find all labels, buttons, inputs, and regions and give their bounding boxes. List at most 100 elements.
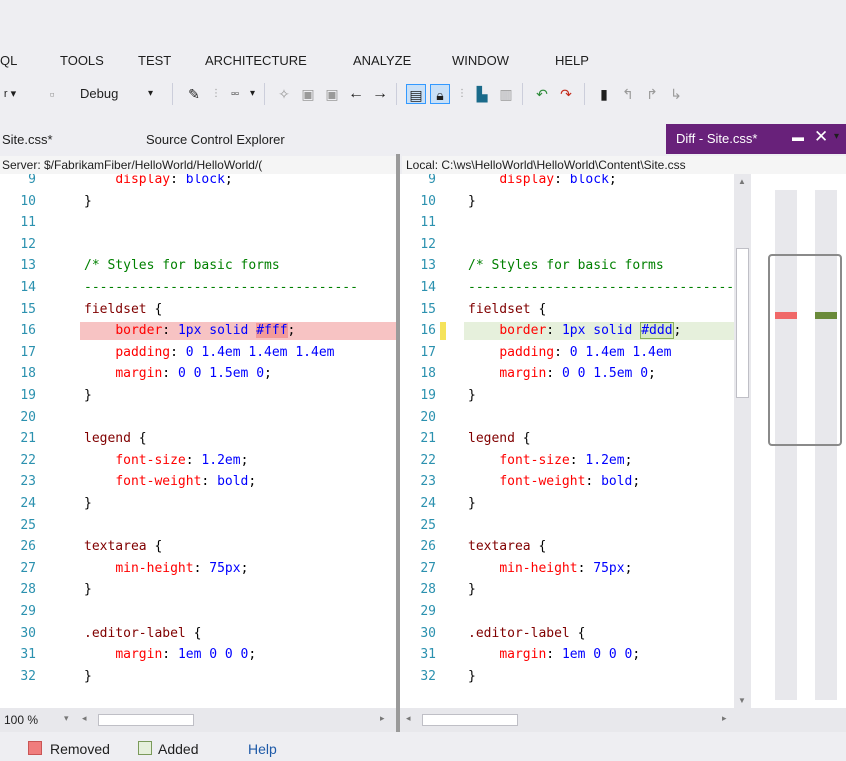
align-icon[interactable]: ▥ <box>496 84 516 104</box>
lock-icon[interactable]: 🔒︎ <box>430 84 450 104</box>
vertical-scrollbar[interactable]: ▲ ▼ <box>734 174 751 708</box>
code-line[interactable]: 31 margin: 1em 0 0 0; <box>0 645 396 665</box>
code-line[interactable]: 14 ----------------------------------- <box>400 278 734 298</box>
code-line[interactable]: 18 margin: 0 0 1.5em 0; <box>400 364 734 384</box>
code-line[interactable]: 20 <box>400 408 734 428</box>
bookmark-folder-icon[interactable]: ↳ <box>666 84 686 104</box>
code-line[interactable]: 31 margin: 1em 0 0 0; <box>400 645 734 665</box>
diff-view-icon[interactable]: ▤ <box>406 84 426 104</box>
forward-arrow-icon[interactable]: → <box>370 84 390 104</box>
code-line[interactable]: 16 border: 1px solid #fff; <box>0 321 396 341</box>
pin-icon[interactable]: ▬ <box>792 130 804 144</box>
menu-item-architecture[interactable]: ARCHITECTURE <box>205 53 307 68</box>
horizontal-thumb[interactable] <box>98 714 194 726</box>
dropdown-arrow-icon[interactable]: r ▾ <box>0 84 20 104</box>
prev-bookmark-icon[interactable]: ↰ <box>618 84 638 104</box>
menu-item-sql[interactable]: QL <box>0 53 17 68</box>
scroll-left-icon[interactable]: ◂ <box>406 713 411 724</box>
help-link[interactable]: Help <box>248 741 277 757</box>
options-icon[interactable]: ▫▫ <box>225 84 245 104</box>
zoom-dropdown-icon[interactable]: ▾ <box>64 713 69 724</box>
code-line[interactable]: 24} <box>0 494 396 514</box>
code-line[interactable]: 9 display: block; <box>400 174 734 190</box>
code-line[interactable]: 23 font-weight: bold; <box>0 472 396 492</box>
code-line[interactable]: 26 textarea { <box>400 537 734 557</box>
code-line[interactable]: 12 <box>400 235 734 255</box>
code-line[interactable]: 20 <box>0 408 396 428</box>
code-line[interactable]: 11 <box>0 213 396 233</box>
code-line[interactable]: 19} <box>0 386 396 406</box>
code-line[interactable]: 11 <box>400 213 734 233</box>
code-line[interactable]: 29 <box>400 602 734 622</box>
left-horizontal-scrollbar[interactable]: 100 % ▾ ◂ ▸ <box>0 708 396 732</box>
code-line[interactable]: 28} <box>400 580 734 600</box>
diff-overview-margin[interactable] <box>751 174 846 708</box>
back-arrow-icon[interactable]: ← <box>346 84 366 104</box>
code-line[interactable]: 23 font-weight: bold; <box>400 472 734 492</box>
solution-config-select[interactable]: Debug <box>80 84 118 104</box>
close-icon[interactable]: ✕ <box>814 127 828 147</box>
scroll-down-icon[interactable]: ▼ <box>738 696 746 705</box>
scroll-up-icon[interactable]: ▲ <box>738 177 746 186</box>
code-line[interactable]: 22 font-size: 1.2em; <box>400 451 734 471</box>
overview-added-marker[interactable] <box>815 312 837 319</box>
overview-viewport-frame[interactable] <box>768 254 842 446</box>
tab-site-css[interactable]: Site.css* <box>2 132 53 147</box>
overflow-icon[interactable]: ⋮ <box>206 84 226 104</box>
menu-item-test[interactable]: TEST <box>138 53 171 68</box>
menu-item-tools[interactable]: TOOLS <box>60 53 104 68</box>
code-line[interactable]: 32} <box>400 667 734 687</box>
code-line[interactable]: 17 padding: 0 1.4em 1.4em 1.4em <box>0 343 396 363</box>
scroll-left-icon[interactable]: ◂ <box>82 713 87 724</box>
scrollbar-thumb[interactable] <box>736 248 749 398</box>
code-line[interactable]: 21 legend { <box>0 429 396 449</box>
merge-icon[interactable]: ▣ <box>298 84 318 104</box>
compare-icon[interactable]: ✧ <box>274 84 294 104</box>
code-line[interactable]: 9 display: block; <box>0 174 396 190</box>
right-code-pane[interactable]: 9 display: block; 10} 11 12 13 /* Styles for … <box>400 174 734 708</box>
code-line[interactable]: 13 /* Styles for basic forms <box>0 256 396 276</box>
uncomment-icon[interactable]: ↷ <box>556 84 576 104</box>
chevron-down-icon[interactable]: ▾ <box>250 84 255 104</box>
code-line[interactable]: 21 legend { <box>400 429 734 449</box>
overview-removed-marker[interactable] <box>775 312 797 319</box>
code-line[interactable]: 19} <box>400 386 734 406</box>
code-line[interactable]: 15 fieldset { <box>400 300 734 320</box>
code-line[interactable]: 22 font-size: 1.2em; <box>0 451 396 471</box>
overflow-icon[interactable]: ⋮ <box>452 84 472 104</box>
zoom-level[interactable]: 100 % <box>4 713 38 727</box>
bookmark-icon[interactable]: ▮ <box>594 84 614 104</box>
right-horizontal-scrollbar[interactable]: ◂ ▸ <box>400 708 846 732</box>
scroll-right-icon[interactable]: ▸ <box>380 713 385 724</box>
comment-icon[interactable]: ↶ <box>532 84 552 104</box>
code-line[interactable]: 28} <box>0 580 396 600</box>
code-line[interactable]: 10} <box>400 192 734 212</box>
code-line[interactable]: 14 ----------------------------------- <box>0 278 396 298</box>
left-code-pane[interactable]: 9 display: block; 10} 11 12 13 /* Styles for … <box>0 174 396 708</box>
next-bookmark-icon[interactable]: ↱ <box>642 84 662 104</box>
code-line[interactable]: 32} <box>0 667 396 687</box>
tab-source-control-explorer[interactable]: Source Control Explorer <box>146 132 285 147</box>
code-line[interactable]: 13 /* Styles for basic forms <box>400 256 734 276</box>
code-line[interactable]: 18 margin: 0 0 1.5em 0; <box>0 364 396 384</box>
tab-list-dropdown-icon[interactable]: ▾ <box>834 131 839 142</box>
code-line[interactable]: 30 .editor-label { <box>0 624 396 644</box>
code-line[interactable]: 24} <box>400 494 734 514</box>
menu-item-window[interactable]: WINDOW <box>452 53 509 68</box>
tab-diff-site-css[interactable]: Diff - Site.css* ▬ ✕ <box>666 124 846 154</box>
code-line[interactable]: 15 fieldset { <box>0 300 396 320</box>
code-line[interactable]: 26 textarea { <box>0 537 396 557</box>
attach-icon[interactable]: ✎ <box>184 84 204 104</box>
menu-item-analyze[interactable]: ANALYZE <box>353 53 411 68</box>
code-line[interactable]: 17 padding: 0 1.4em 1.4em <box>400 343 734 363</box>
code-line[interactable]: 10} <box>0 192 396 212</box>
folder-icon[interactable]: ▙ <box>472 84 492 104</box>
scroll-right-icon[interactable]: ▸ <box>722 713 727 724</box>
code-line[interactable]: 12 <box>0 235 396 255</box>
code-line[interactable]: 27 min-height: 75px; <box>400 559 734 579</box>
chevron-down-icon[interactable]: ▾ <box>148 84 153 104</box>
menu-item-help[interactable]: HELP <box>555 53 589 68</box>
merge2-icon[interactable]: ▣ <box>322 84 342 104</box>
code-line[interactable]: 29 <box>0 602 396 622</box>
code-line[interactable]: 16 border: 1px solid #ddd; <box>400 321 734 341</box>
